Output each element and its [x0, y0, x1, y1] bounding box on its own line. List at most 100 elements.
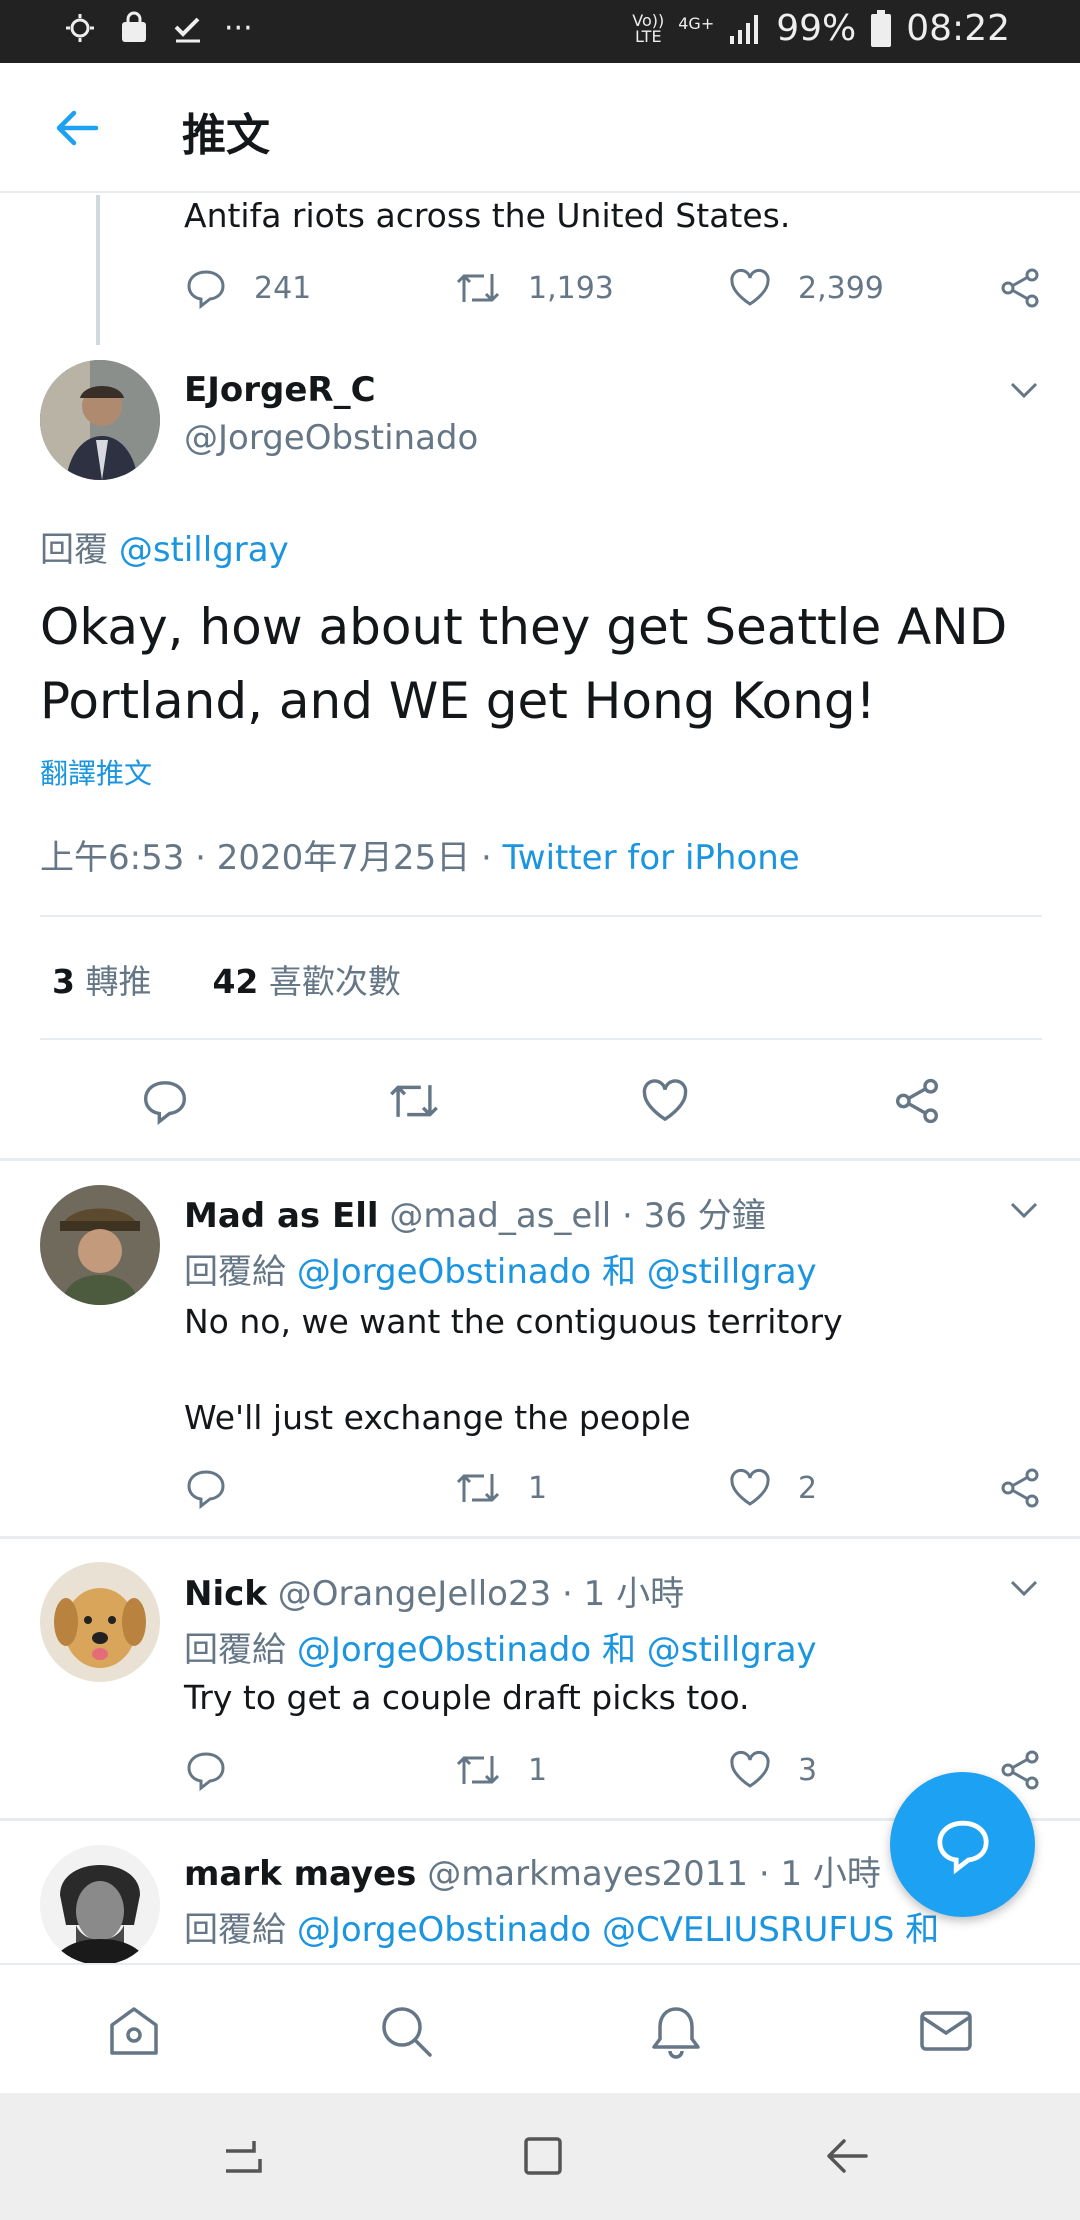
user-handle[interactable]: @mad_as_ell: [389, 1196, 611, 1236]
prev-tweet-text: Antifa riots across the United States.: [184, 196, 791, 235]
chevron-down-icon[interactable]: [1004, 1568, 1044, 1608]
shopping-bag-icon: [122, 11, 146, 42]
user-handle[interactable]: @OrangeJello23: [278, 1574, 552, 1614]
tweet-text: Okay, how about they get Seattle AND Por…: [40, 598, 1008, 730]
mention-link[interactable]: @stillgray: [119, 530, 289, 570]
share-icon[interactable]: [892, 1076, 942, 1126]
like-total[interactable]: 42: [212, 962, 258, 1001]
conjunction: 和: [601, 1630, 636, 1670]
retweet-total[interactable]: 3: [52, 962, 75, 1001]
status-right-icons: Vo)) LTE 4G+ 99% 08:22: [632, 8, 1010, 49]
reply-to-line: 回覆給 @JorgeObstinado 和 @stillgray: [184, 1244, 817, 1293]
retweet-button[interactable]: 1: [454, 1466, 547, 1510]
more-notifications: ···: [224, 10, 253, 46]
thread-line: [96, 195, 100, 345]
mention-link[interactable]: @stillgray: [647, 1252, 817, 1292]
display-name[interactable]: mark mayes: [184, 1854, 416, 1894]
home-icon[interactable]: [106, 2003, 162, 2059]
retweet-count: 1: [528, 1470, 548, 1506]
heart-icon: [730, 268, 770, 306]
display-name[interactable]: Nick: [184, 1574, 267, 1614]
avatar[interactable]: [40, 1185, 160, 1305]
like-button[interactable]: 2,399: [728, 266, 884, 310]
retweet-button[interactable]: 1: [454, 1748, 547, 1792]
reply-text: No no, we want the contiguous territory: [184, 1302, 843, 1341]
divider: [40, 915, 1042, 917]
reply-time: · 36 分鐘: [622, 1196, 766, 1236]
notifications-bell-icon[interactable]: [648, 2003, 704, 2059]
translate-link[interactable]: 翻譯推文: [40, 752, 152, 792]
reply-header: mark mayes @markmayes2011 · 1 小時: [184, 1846, 881, 1895]
display-name[interactable]: Mad as Ell: [184, 1196, 379, 1236]
reply-prefix: 回覆給: [184, 1252, 286, 1292]
like-button[interactable]: 2: [728, 1466, 817, 1510]
avatar-image: [40, 1562, 160, 1682]
battery-icon: [871, 9, 892, 47]
back-button-icon[interactable]: [822, 2131, 872, 2181]
reply-icon[interactable]: [184, 1748, 228, 1792]
mention-link[interactable]: @JorgeObstinado: [297, 1910, 591, 1950]
retweet-icon: [456, 274, 500, 302]
reply-prefix: 回覆給: [184, 1630, 286, 1670]
user-handle[interactable]: @markmayes2011: [427, 1854, 748, 1894]
avatar[interactable]: [40, 360, 160, 480]
messages-mail-icon[interactable]: [918, 2003, 974, 2059]
signal-icon: [730, 14, 759, 44]
app-bar: 推文: [0, 63, 1080, 193]
avatar-image: [40, 360, 160, 480]
share-icon[interactable]: [998, 1466, 1042, 1510]
reply-time: · 1 小時: [562, 1574, 685, 1614]
heart-icon: [730, 1468, 770, 1506]
like-count: 3: [798, 1752, 818, 1788]
chevron-down-icon[interactable]: [1004, 370, 1044, 410]
battery-percent: 99%: [776, 8, 857, 49]
reply-text: Try to get a couple draft picks too.: [184, 1678, 750, 1717]
back-arrow-icon[interactable]: [52, 103, 102, 153]
heart-icon[interactable]: [640, 1076, 690, 1126]
like-count: 2: [798, 1470, 818, 1506]
mention-link[interactable]: @JorgeObstinado: [297, 1252, 591, 1292]
mention-link[interactable]: @JorgeObstinado: [297, 1630, 591, 1670]
reply-header: Nick @OrangeJello23 · 1 小時: [184, 1566, 684, 1615]
user-handle[interactable]: @JorgeObstinado: [184, 418, 478, 458]
reply-text: We'll just exchange the people: [184, 1398, 691, 1437]
retweet-button[interactable]: 1,193: [454, 266, 614, 310]
home-button-icon[interactable]: [518, 2131, 568, 2181]
like-total-label: 喜歡次數: [268, 962, 401, 1001]
like-button[interactable]: 3: [728, 1748, 817, 1792]
reply-icon[interactable]: [140, 1076, 190, 1126]
conjunction: 和: [601, 1252, 636, 1292]
mention-link[interactable]: @CVELIUSRUFUS: [602, 1910, 894, 1950]
divider: [0, 1158, 1080, 1161]
retweet-icon[interactable]: [386, 1076, 442, 1126]
system-nav-bar: [0, 2093, 1080, 2220]
heart-icon: [730, 1750, 770, 1788]
reply-to-line: 回覆給 @JorgeObstinado 和 @stillgray: [184, 1622, 817, 1671]
reply-icon[interactable]: [184, 1466, 228, 1510]
share-icon[interactable]: [998, 266, 1042, 310]
compose-reply-button[interactable]: [890, 1772, 1035, 1917]
reply-icon: [187, 270, 225, 310]
volte-indicator: Vo)) LTE: [632, 10, 665, 46]
reply-count: 241: [254, 270, 312, 306]
reply-button[interactable]: 241: [184, 266, 311, 310]
retweet-count: 1: [528, 1752, 548, 1788]
reply-time: · 1 小時: [758, 1854, 881, 1894]
conjunction: 和: [905, 1910, 940, 1950]
status-bar: ··· Vo)) LTE 4G+ 99% 08:22: [0, 0, 1080, 63]
avatar[interactable]: [40, 1562, 160, 1682]
clock: 08:22: [906, 8, 1010, 49]
recent-apps-icon[interactable]: [218, 2131, 268, 2181]
retweet-total-label: 轉推: [85, 962, 152, 1001]
avatar-image: [40, 1185, 160, 1305]
chevron-down-icon[interactable]: [1004, 1190, 1044, 1230]
avatar[interactable]: [40, 1845, 160, 1965]
reply-to-line: 回覆 @stillgray: [40, 522, 289, 571]
divider: [0, 1536, 1080, 1539]
network-type: 4G+: [678, 14, 715, 33]
retweet-count: 1,193: [528, 270, 614, 306]
source-link[interactable]: Twitter for iPhone: [503, 838, 800, 878]
mention-link[interactable]: @stillgray: [647, 1630, 817, 1670]
search-icon[interactable]: [378, 2003, 434, 2059]
display-name[interactable]: EJorgeR_C: [184, 370, 376, 410]
